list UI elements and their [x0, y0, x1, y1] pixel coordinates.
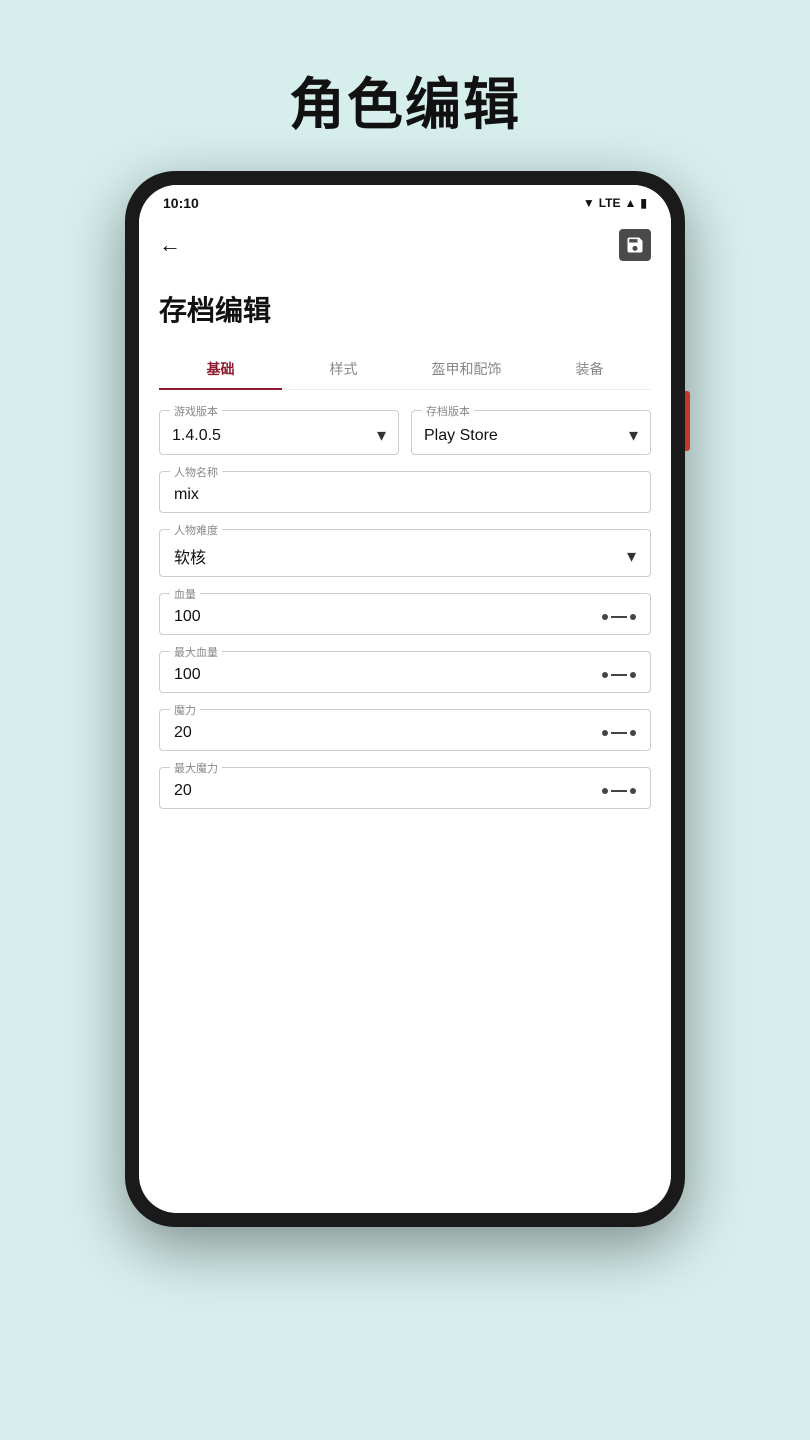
difficulty-label: 人物难度 [170, 522, 222, 538]
hp-value: 100 [174, 608, 636, 626]
difficulty-field[interactable]: 人物难度 软核 ▾ [159, 529, 651, 577]
stepper-dot-1 [602, 730, 608, 736]
signal-icon: ▲ [625, 196, 637, 210]
stepper-line [611, 616, 627, 618]
save-version-value: Play Store ▾ [424, 425, 638, 446]
tab-equipment[interactable]: 装备 [528, 349, 651, 389]
max-mp-field[interactable]: 最大魔力 20 [159, 767, 651, 809]
status-icons: ▼ LTE ▲ ▮ [583, 196, 647, 210]
game-version-label: 游戏版本 [170, 403, 222, 419]
page-heading: 角色编辑 [289, 60, 521, 141]
app-bar: ← [139, 217, 671, 273]
difficulty-arrow: ▾ [627, 546, 636, 567]
tab-style[interactable]: 样式 [282, 349, 405, 389]
stepper-dot-1 [602, 788, 608, 794]
max-hp-label: 最大血量 [170, 644, 222, 660]
version-row: 游戏版本 1.4.0.5 ▾ 存档版本 Play Store ▾ [159, 410, 651, 455]
save-button[interactable] [619, 229, 651, 261]
character-name-value: mix [174, 486, 636, 504]
game-version-value: 1.4.0.5 ▾ [172, 425, 386, 446]
battery-icon: ▮ [640, 196, 647, 210]
mp-field[interactable]: 魔力 20 [159, 709, 651, 751]
save-version-field[interactable]: 存档版本 Play Store ▾ [411, 410, 651, 455]
stepper-dot-1 [602, 614, 608, 620]
hp-stepper[interactable] [602, 614, 636, 620]
max-mp-stepper[interactable] [602, 788, 636, 794]
stepper-dot-2 [630, 788, 636, 794]
stepper-dot-1 [602, 672, 608, 678]
stepper-dot-2 [630, 614, 636, 620]
status-time: 10:10 [163, 195, 199, 211]
max-hp-stepper[interactable] [602, 672, 636, 678]
difficulty-value: 软核 ▾ [174, 544, 636, 568]
stepper-line [611, 674, 627, 676]
phone-screen: 10:10 ▼ LTE ▲ ▮ ← 存档编辑 基础 [139, 185, 671, 1213]
archive-title: 存档编辑 [159, 289, 651, 329]
max-mp-value: 20 [174, 782, 636, 800]
max-mp-label: 最大魔力 [170, 760, 222, 776]
hp-field[interactable]: 血量 100 [159, 593, 651, 635]
content-area: 存档编辑 基础 样式 盔甲和配饰 装备 游戏版本 [139, 273, 671, 1213]
stepper-dot-2 [630, 730, 636, 736]
hp-label: 血量 [170, 586, 200, 602]
save-version-arrow: ▾ [629, 425, 638, 446]
mp-label: 魔力 [170, 702, 200, 718]
tab-basic[interactable]: 基础 [159, 349, 282, 389]
status-bar: 10:10 ▼ LTE ▲ ▮ [139, 185, 671, 217]
stepper-line [611, 790, 627, 792]
max-hp-value: 100 [174, 666, 636, 684]
save-version-label: 存档版本 [422, 403, 474, 419]
network-label: LTE [599, 196, 621, 210]
mp-value: 20 [174, 724, 636, 742]
wifi-icon: ▼ [583, 196, 595, 210]
stepper-dot-2 [630, 672, 636, 678]
tab-armor[interactable]: 盔甲和配饰 [405, 349, 528, 389]
character-name-field[interactable]: 人物名称 mix [159, 471, 651, 513]
phone-shell: 10:10 ▼ LTE ▲ ▮ ← 存档编辑 基础 [125, 171, 685, 1227]
tabs-bar: 基础 样式 盔甲和配饰 装备 [159, 349, 651, 390]
mp-stepper[interactable] [602, 730, 636, 736]
game-version-field[interactable]: 游戏版本 1.4.0.5 ▾ [159, 410, 399, 455]
game-version-arrow: ▾ [377, 425, 386, 446]
back-button[interactable]: ← [159, 232, 181, 258]
character-name-label: 人物名称 [170, 464, 222, 480]
stepper-line [611, 732, 627, 734]
max-hp-field[interactable]: 最大血量 100 [159, 651, 651, 693]
